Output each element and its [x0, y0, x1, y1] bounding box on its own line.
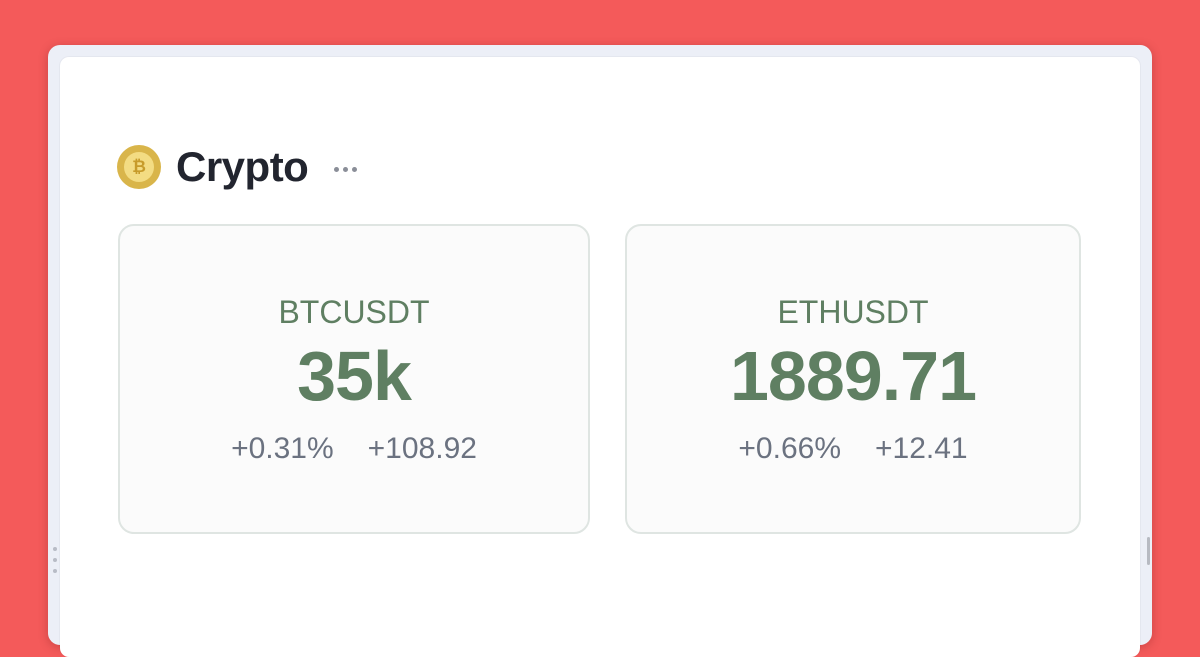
- ticker-price: 1889.71: [729, 337, 977, 415]
- crypto-widget-panel: ₿ Crypto BTCUSDT 35k +0.31% +108.92 ETHU…: [53, 57, 1150, 657]
- ticker-change-value: +12.41: [875, 432, 968, 465]
- bitcoin-coin-icon: ₿: [117, 145, 161, 189]
- ticker-card-btcusdt[interactable]: BTCUSDT 35k +0.31% +108.92: [118, 224, 590, 534]
- ticker-change-percent: +0.31%: [231, 432, 334, 465]
- ticker-changes: +0.31% +108.92: [120, 432, 588, 466]
- ticker-price: 35k: [297, 337, 412, 415]
- widget-title: Crypto: [176, 143, 309, 190]
- widget-window: ₿ Crypto BTCUSDT 35k +0.31% +108.92 ETHU…: [48, 45, 1152, 657]
- ticker-symbol: BTCUSDT: [278, 294, 430, 330]
- drag-handle[interactable]: [52, 547, 58, 573]
- ticker-changes: +0.66% +12.41: [627, 432, 1079, 466]
- scrollbar-thumb[interactable]: [1147, 537, 1150, 565]
- widget-header: ₿ Crypto: [117, 143, 358, 191]
- ticker-symbol: ETHUSDT: [777, 294, 929, 330]
- ticker-card-ethusdt[interactable]: ETHUSDT 1889.71 +0.66% +12.41: [625, 224, 1081, 534]
- ticker-change-percent: +0.66%: [738, 432, 841, 465]
- ticker-change-value: +108.92: [367, 432, 477, 465]
- more-horizontal-icon[interactable]: [334, 166, 358, 172]
- bitcoin-symbol: ₿: [124, 152, 154, 182]
